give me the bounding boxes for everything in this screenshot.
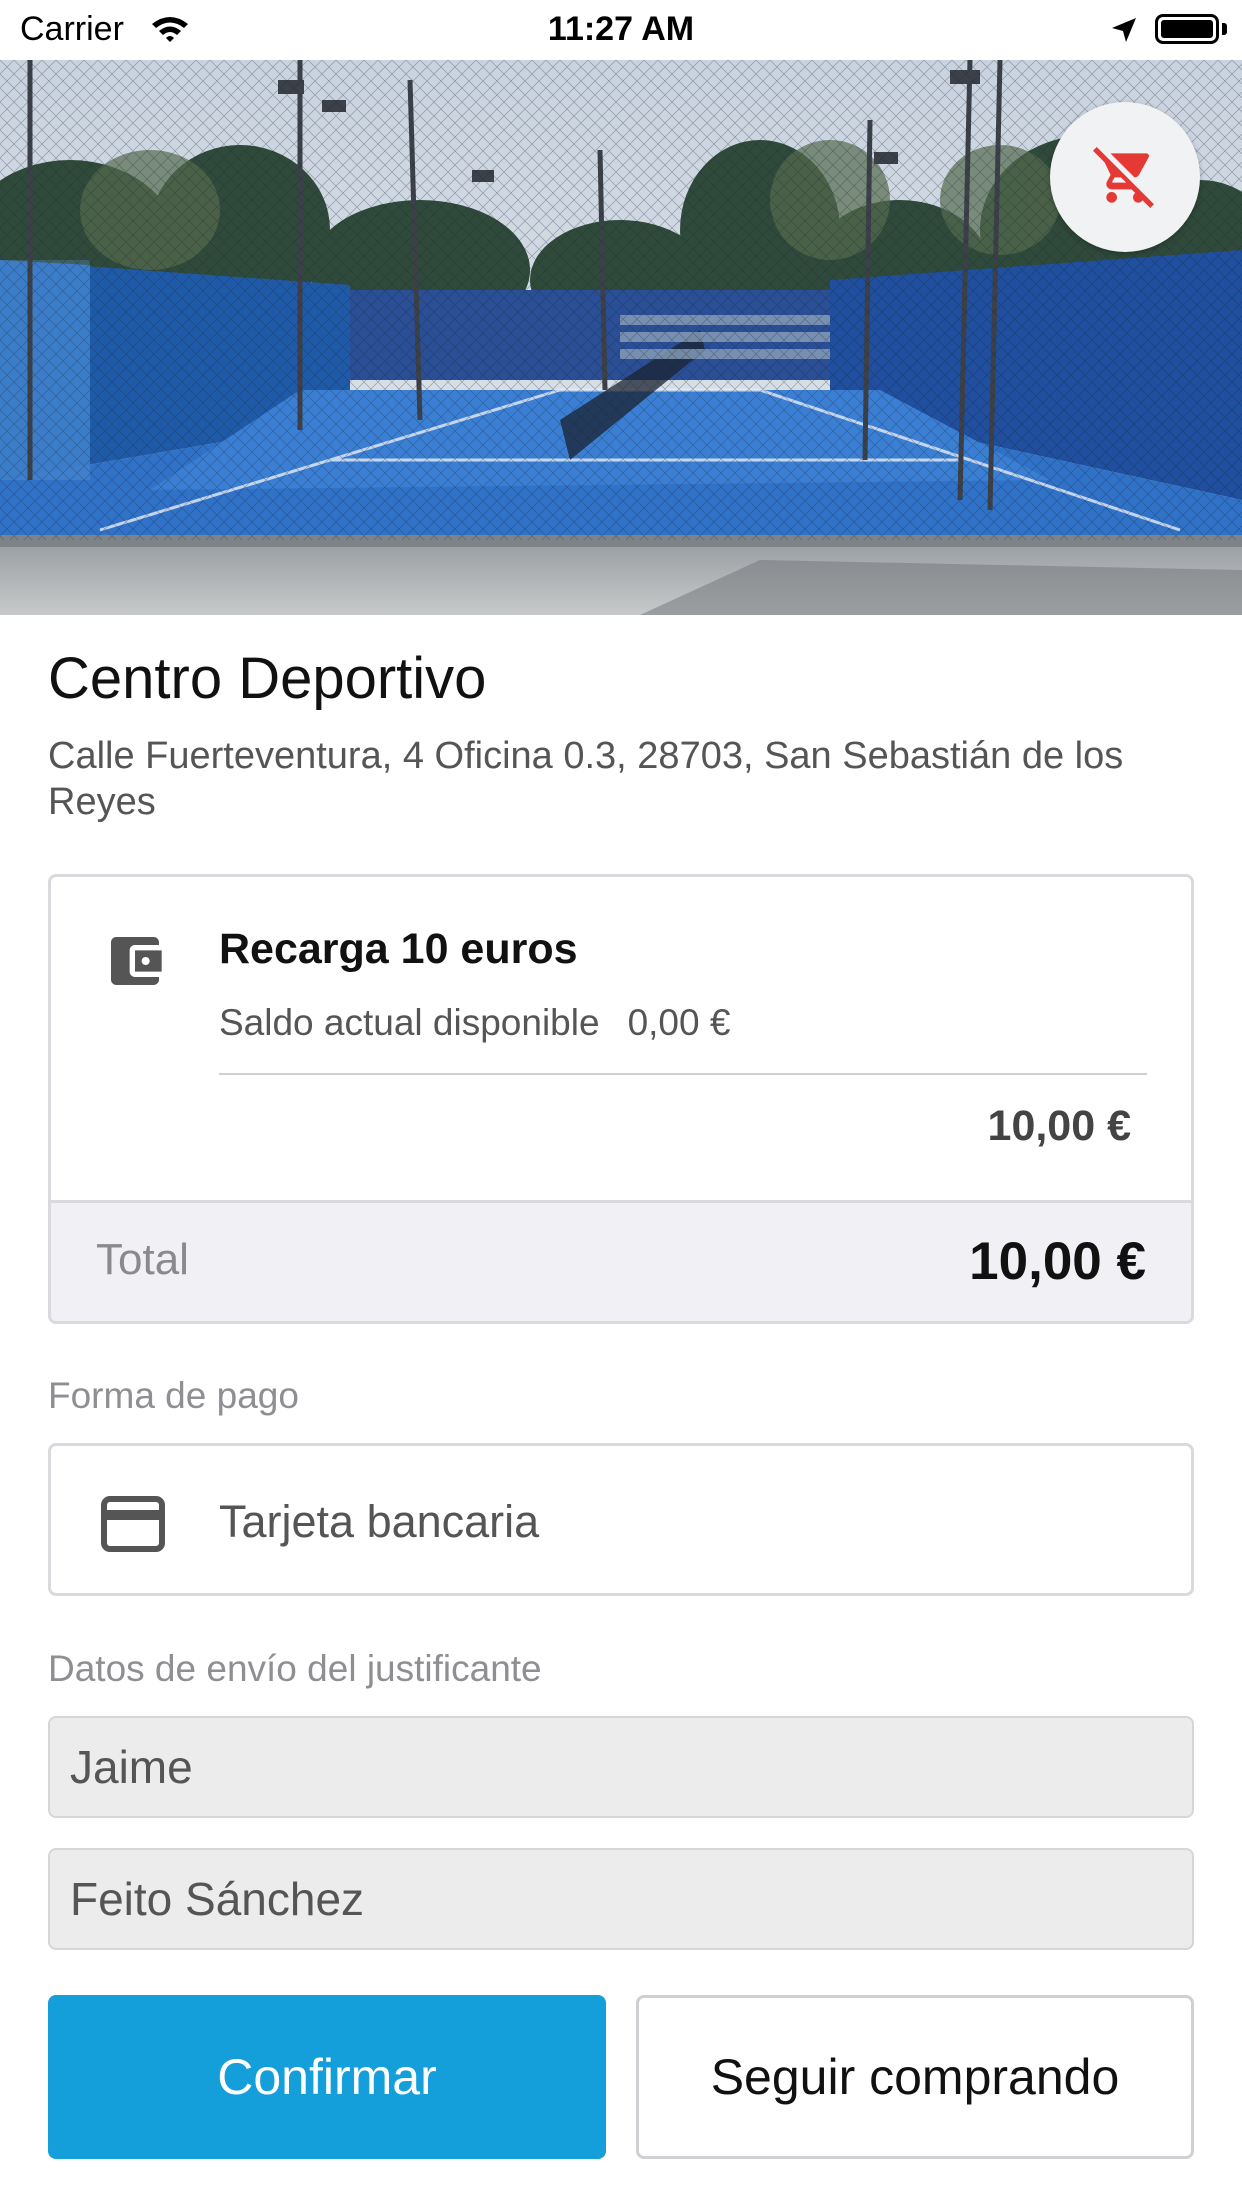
location-arrow-icon [1110,16,1138,49]
remove-cart-button[interactable] [1050,102,1200,252]
status-bar: Carrier 11:27 AM [0,0,1242,60]
last-name-field[interactable] [48,1848,1194,1950]
venue-address: Calle Fuerteventura, 4 Oficina 0.3, 2870… [48,735,1124,823]
total-label: Total [96,1235,189,1284]
total-row: Total 10,00 € [51,1200,1191,1321]
balance-value: 0,00 € [627,1002,731,1043]
balance-label: Saldo actual disponible [219,1002,600,1043]
order-summary-card: Recarga 10 euros Saldo actual disponible… [48,874,1194,1324]
remove-cart-icon [1093,144,1157,211]
receipt-section-label: Datos de envío del justificante [48,1648,542,1689]
total-value: 10,00 € [969,1232,1146,1291]
confirm-button[interactable]: Confirmar [48,1995,606,2159]
divider [219,1073,1147,1075]
first-name-field[interactable] [48,1716,1194,1818]
payment-method-label: Tarjeta bancaria [219,1496,540,1547]
payment-section-label: Forma de pago [48,1375,299,1416]
current-balance: Saldo actual disponible 0,00 € [219,1002,730,1044]
battery-icon [1155,14,1219,44]
clock: 11:27 AM [547,10,695,48]
continue-shopping-button[interactable]: Seguir comprando [636,1995,1194,2159]
battery-cap [1222,23,1227,35]
venue-hero-image [0,60,1242,615]
wallet-icon [103,929,167,998]
credit-card-icon [101,1496,165,1557]
product-name: Recarga 10 euros [219,925,578,973]
venue-title: Centro Deportivo [48,646,487,711]
payment-method-selector[interactable]: Tarjeta bancaria [48,1443,1194,1596]
line-price: 10,00 € [987,1102,1131,1150]
